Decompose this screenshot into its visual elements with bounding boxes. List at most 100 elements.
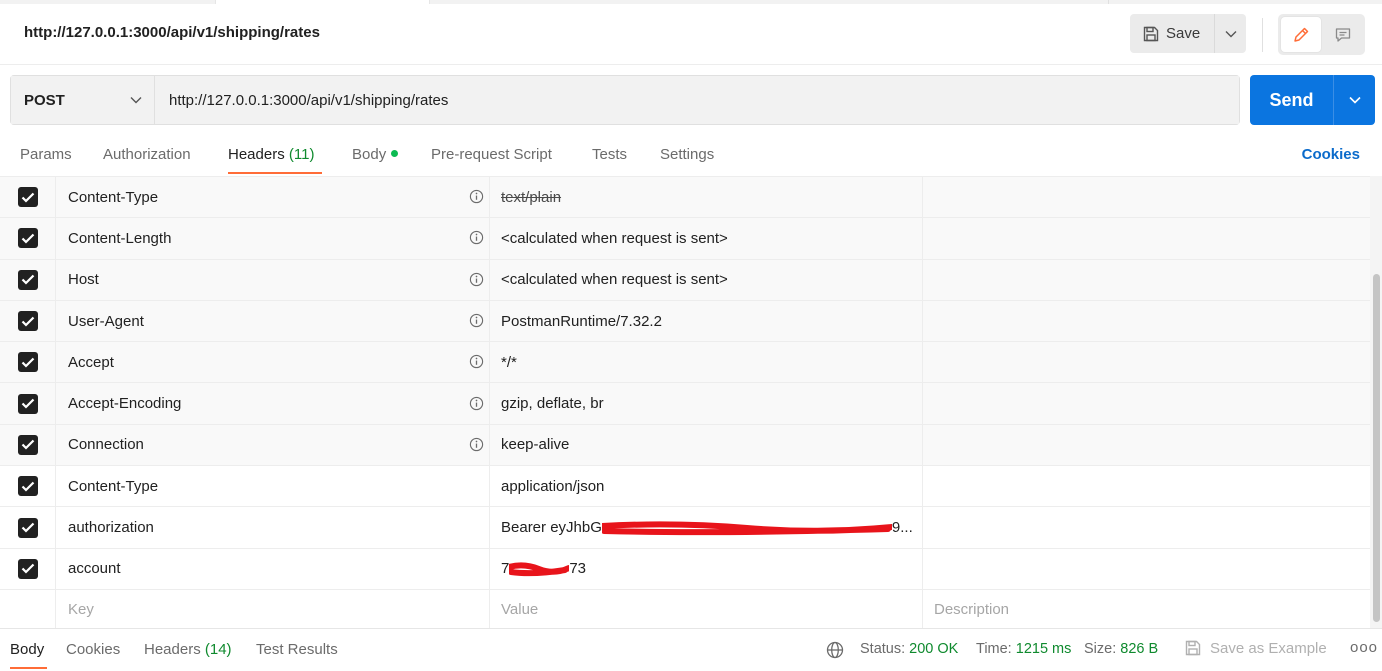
check-icon — [21, 233, 34, 244]
header-value-tail: 73 — [569, 560, 587, 578]
header-description-cell[interactable] — [923, 507, 1370, 547]
header-enabled-cell — [0, 259, 56, 300]
header-enabled-checkbox[interactable] — [17, 311, 38, 332]
header-value-text: */* — [501, 353, 517, 371]
header-value-cell[interactable]: PostmanRuntime/7.32.2 — [490, 300, 923, 342]
header-value-cell[interactable]: text/plain — [490, 177, 923, 218]
header-enabled-checkbox[interactable] — [17, 476, 38, 497]
header-value-cell[interactable]: application/json — [490, 466, 923, 507]
header-value-cell[interactable]: Bearer eyJhbG 9... — [490, 507, 923, 548]
send-button[interactable]: Send — [1250, 75, 1333, 125]
response-time[interactable]: Time: 1215 ms — [976, 641, 1071, 657]
body-indicator-dot — [391, 150, 399, 157]
view-mode-toggle — [1278, 14, 1365, 55]
redaction-scribble — [601, 520, 892, 535]
info-icon[interactable] — [469, 354, 484, 369]
tab-body[interactable]: Body — [352, 146, 399, 163]
edit-mode-button[interactable] — [1281, 17, 1321, 52]
scrollbar-thumb[interactable] — [1373, 274, 1380, 622]
header-value-cell[interactable]: <calculated when request is sent> — [490, 259, 923, 300]
check-icon — [21, 481, 34, 492]
header-key-cell[interactable]: User-Agent — [56, 300, 490, 342]
method-select[interactable]: POST — [11, 76, 155, 124]
header-value-cell[interactable]: 7 73 — [490, 548, 923, 589]
cookies-link[interactable]: Cookies — [1302, 146, 1360, 163]
new-description-input[interactable]: Description — [923, 590, 1370, 629]
header-description-cell[interactable] — [923, 383, 1370, 423]
tab-prerequest-script[interactable]: Pre-request Script — [431, 146, 552, 163]
redaction-scribble — [509, 562, 570, 576]
more-options-button[interactable]: ooo — [1350, 639, 1378, 656]
header-key-text: authorization — [68, 519, 154, 537]
header-enabled-checkbox[interactable] — [17, 517, 38, 538]
header-key-cell[interactable]: Host — [56, 259, 490, 300]
header-value-cell[interactable]: */* — [490, 342, 923, 383]
tab-params[interactable]: Params — [20, 146, 72, 163]
header-enabled-checkbox[interactable] — [17, 269, 38, 290]
header-value-cell[interactable]: <calculated when request is sent> — [490, 218, 923, 259]
header-key-cell[interactable]: Content-Type — [56, 466, 490, 507]
header-key-cell[interactable]: Accept-Encoding — [56, 383, 490, 424]
save-label: Save — [1166, 25, 1201, 42]
header-description-cell[interactable] — [923, 218, 1370, 258]
header-description-cell[interactable] — [923, 466, 1370, 506]
tab-headers-count: (11) — [288, 146, 315, 163]
header-key-cell[interactable]: Connection — [56, 424, 490, 466]
globe-icon[interactable] — [826, 641, 844, 659]
new-key-input[interactable]: Key — [56, 589, 490, 629]
header-value-cell[interactable]: keep-alive — [490, 424, 923, 466]
tab-authorization[interactable]: Authorization — [103, 146, 191, 163]
header-enabled-checkbox[interactable] — [17, 558, 38, 579]
table-row: Accept-Encoding gzip, deflate, br — [0, 383, 1370, 425]
info-icon[interactable] — [469, 189, 484, 204]
info-icon[interactable] — [469, 272, 484, 287]
header-enabled-checkbox[interactable] — [17, 228, 38, 249]
comment-icon — [1335, 27, 1351, 42]
header-key-cell[interactable]: Accept — [56, 342, 490, 383]
header-description-cell[interactable] — [923, 260, 1370, 300]
comments-button[interactable] — [1324, 17, 1362, 52]
header-key-cell[interactable]: authorization — [56, 507, 490, 548]
response-tab-headers[interactable]: Headers (14) — [144, 641, 232, 658]
info-icon[interactable] — [469, 396, 484, 411]
tab-settings[interactable]: Settings — [660, 146, 714, 163]
info-icon[interactable] — [469, 230, 484, 245]
active-tab-indicator — [228, 172, 322, 174]
info-icon[interactable] — [469, 437, 484, 452]
url-input[interactable] — [155, 76, 1239, 124]
chevron-down-icon — [1225, 30, 1236, 37]
header-key-cell[interactable]: account — [56, 548, 490, 589]
info-icon[interactable] — [469, 313, 484, 328]
tab-tests[interactable]: Tests — [592, 146, 627, 163]
header-enabled-checkbox[interactable] — [17, 187, 38, 208]
response-tab-cookies[interactable]: Cookies — [66, 641, 120, 658]
header-description-cell[interactable] — [923, 342, 1370, 382]
header-value-cell[interactable]: gzip, deflate, br — [490, 383, 923, 424]
header-enabled-checkbox[interactable] — [17, 434, 38, 455]
table-row: authorization Bearer eyJhbG 9... — [0, 507, 1370, 549]
save-button[interactable]: Save — [1130, 14, 1215, 53]
new-value-input[interactable]: Value — [490, 589, 923, 629]
request-name[interactable]: http://127.0.0.1:3000/api/v1/shipping/ra… — [24, 24, 320, 41]
header-enabled-checkbox[interactable] — [17, 352, 38, 373]
check-icon — [21, 316, 34, 327]
response-size[interactable]: Size: 826 B — [1084, 641, 1158, 657]
send-options-button[interactable] — [1333, 75, 1375, 125]
scrollbar[interactable] — [1370, 176, 1382, 628]
header-description-cell[interactable] — [923, 549, 1370, 589]
header-enabled-checkbox[interactable] — [17, 393, 38, 414]
size-value: 826 B — [1120, 641, 1159, 657]
header-description-cell[interactable] — [923, 301, 1370, 341]
pencil-icon — [1294, 27, 1309, 42]
header-value-tail: 9... — [891, 519, 913, 537]
header-description-cell[interactable] — [923, 425, 1370, 465]
response-tab-body[interactable]: Body — [10, 641, 44, 658]
save-options-button[interactable] — [1215, 14, 1246, 53]
header-key-cell[interactable]: Content-Length — [56, 218, 490, 259]
save-as-example-button[interactable]: Save as Example — [1184, 639, 1327, 657]
header-key-cell[interactable]: Content-Type — [56, 177, 490, 218]
header-description-cell[interactable] — [923, 177, 1370, 217]
tab-headers[interactable]: Headers (11) — [228, 146, 314, 163]
response-tab-test-results[interactable]: Test Results — [256, 641, 338, 658]
header-value-text: <calculated when request is sent> — [501, 271, 728, 289]
